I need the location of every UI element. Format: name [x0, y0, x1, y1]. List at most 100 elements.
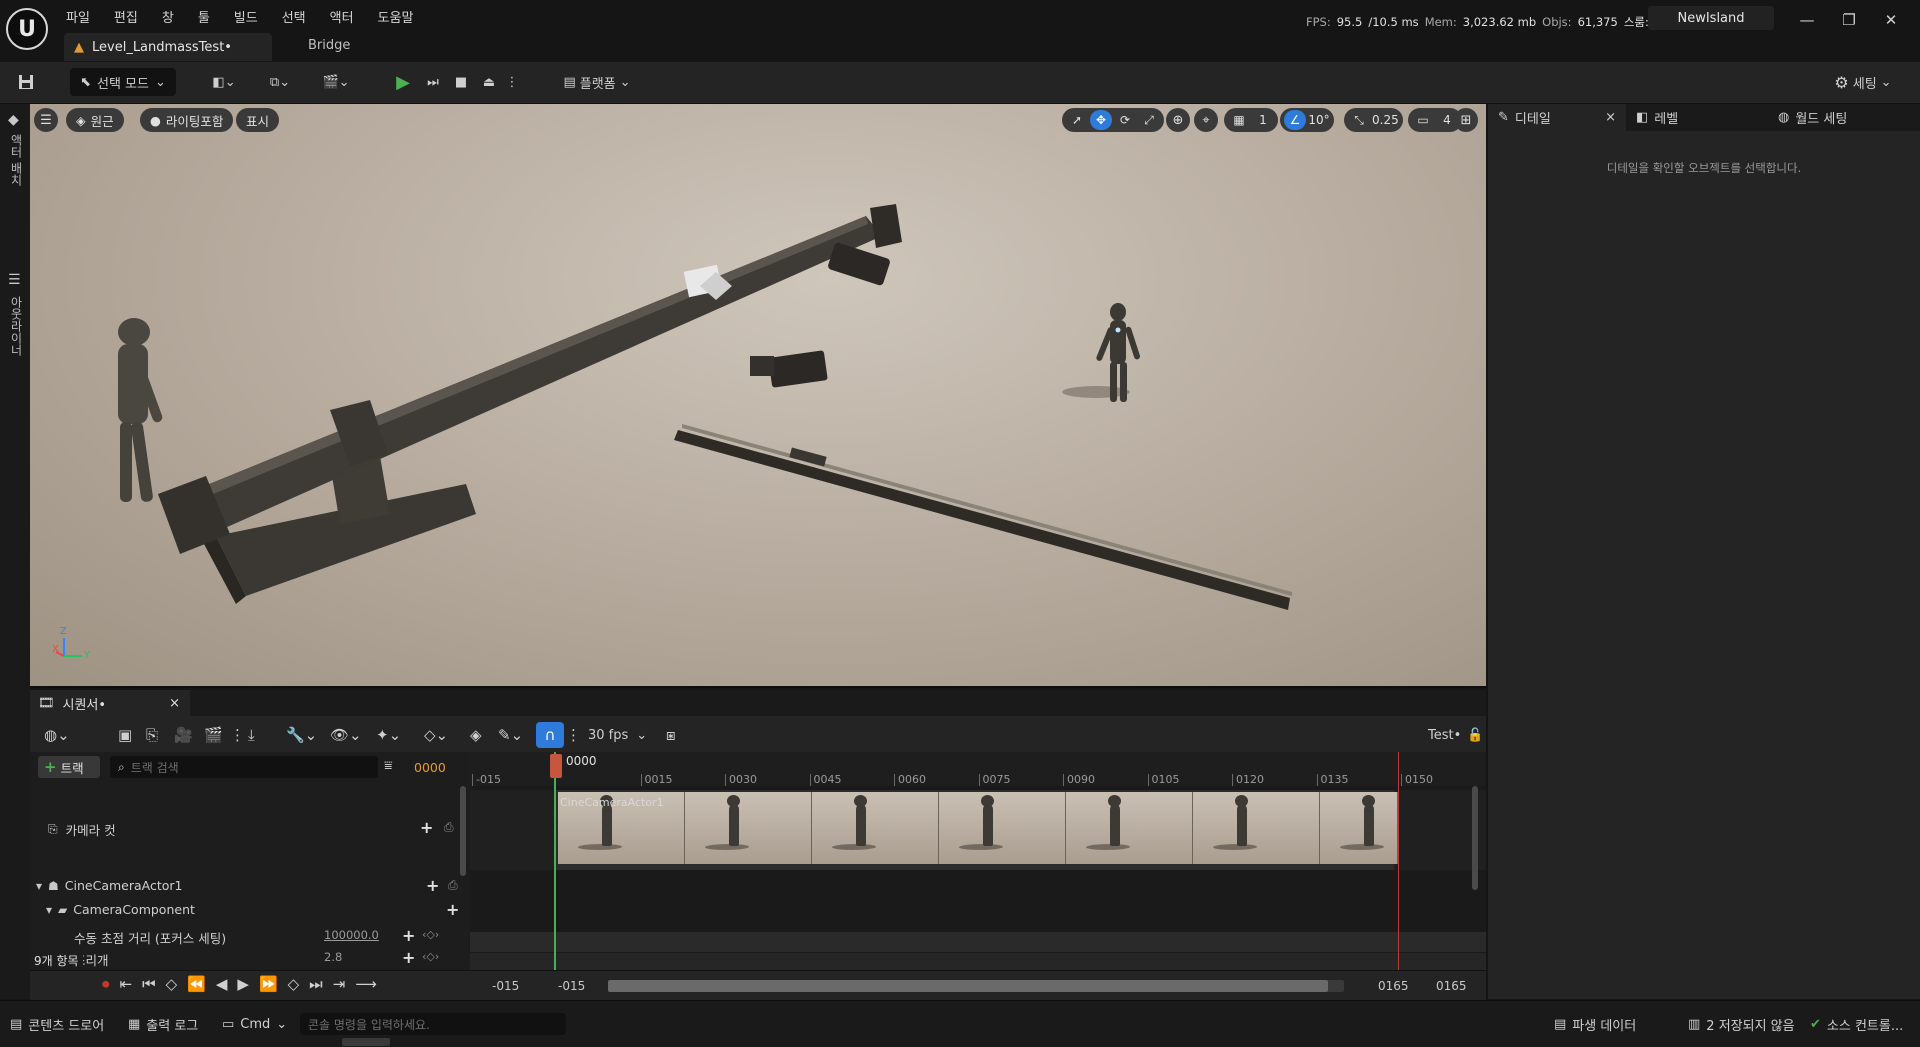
working-range-start[interactable]: -015 [558, 979, 585, 993]
jump-start-button[interactable]: ⇤ [120, 975, 133, 993]
add-content-icon[interactable]: ◧⌄ [204, 68, 244, 96]
prev-frame-button[interactable]: ⏪ [187, 975, 206, 993]
jump-end-button[interactable]: ⏭ [309, 975, 323, 993]
close-icon[interactable]: × [169, 696, 180, 711]
focus-distance-value[interactable]: 100000.0 [324, 928, 379, 942]
eye-icon[interactable]: 👁⌄ [330, 722, 362, 748]
menu-file[interactable]: 파일 [66, 7, 90, 26]
tab-levels[interactable]: ◧ 레벨 [1626, 104, 1764, 131]
add-camera-cut-button[interactable]: + [420, 818, 433, 837]
range-scrollbar-thumb[interactable] [608, 980, 1328, 992]
grid-snap[interactable]: ▦ 1 [1224, 108, 1278, 132]
more-options-icon[interactable]: ⋮ [230, 722, 245, 748]
add-track-button[interactable]: + 트랙 [38, 756, 100, 778]
keyframe-options-icon[interactable]: ✦⌄ [376, 722, 401, 748]
prev-key-button[interactable]: ⏮ [142, 975, 156, 993]
track-search-input[interactable]: ⌕ 트랙 검색 [110, 756, 378, 778]
viewport-options-icon[interactable]: ☰ [34, 108, 58, 132]
camera-component-track[interactable]: ▾ ▰ CameraComponent [46, 902, 195, 917]
scale-icon[interactable]: ⤢ [1138, 110, 1160, 130]
derived-data-button[interactable]: ▤ 파생 데이터 [1554, 1013, 1636, 1035]
output-log-button[interactable]: ▦ 출력 로그 [128, 1013, 198, 1035]
tab-details[interactable]: ✎ 디테일 × [1488, 104, 1626, 131]
fps-dropdown[interactable]: 30 fps ⌄ [588, 722, 647, 748]
working-range-end[interactable]: 0165 [1378, 979, 1409, 993]
console-input[interactable]: 콘솔 명령을 입력하세요. [300, 1013, 566, 1035]
restore-button[interactable]: ❐ [1834, 8, 1864, 32]
world-icon[interactable]: ◍⌄ [44, 722, 70, 748]
find-asset-icon[interactable]: ⎘ [146, 722, 158, 748]
blueprints-icon[interactable]: ⧉⌄ [260, 68, 300, 96]
play-options-icon[interactable]: ⋮ [504, 68, 520, 96]
camera-cuts-track[interactable]: ⎘ 카메라 컷 [48, 820, 116, 839]
timeline-scrollbar[interactable] [1472, 786, 1478, 890]
surface-snap-icon[interactable]: ⌖ [1194, 108, 1218, 132]
viewport-layout-icon[interactable]: ⊞ [1454, 108, 1478, 132]
curve-editor-icon[interactable]: ⧆ [666, 722, 676, 748]
playhead[interactable] [550, 754, 562, 778]
prev-frame-key-button[interactable]: ◇ [166, 975, 178, 993]
menu-actor[interactable]: 액터 [330, 7, 354, 26]
level-viewport[interactable]: Z X Y ☰ ◈ 원근 ● 라이팅포함 표시 ➚ ✥ ⟳ ⤢ ⊕ ⌖ ▦ 1 ∠ 10… [30, 104, 1486, 688]
actions-icon[interactable]: ⤓ [248, 722, 255, 748]
camera-link-icon[interactable]: ⎙ [444, 820, 454, 835]
close-icon[interactable]: × [1605, 110, 1616, 125]
view-range-end[interactable]: 0165 [1436, 979, 1467, 993]
save-icon[interactable] [12, 68, 40, 96]
cmd-dropdown[interactable]: ▭ Cmd ⌄ [222, 1013, 287, 1035]
add-key-focus-button[interactable]: + [402, 926, 415, 945]
key-diamond-icon[interactable]: ◇⌄ [424, 722, 448, 748]
add-component-track-button[interactable]: + [446, 900, 459, 919]
range-scrollbar[interactable] [608, 980, 1344, 992]
unsaved-button[interactable]: ▥ 2 저장되지 않음 [1688, 1013, 1795, 1035]
eject-button[interactable]: ⏏ [476, 68, 502, 96]
snap-options-icon[interactable]: ⋮ [566, 722, 581, 748]
play-reverse-button[interactable]: ◀ [216, 975, 228, 993]
record-button[interactable]: ⏺ [102, 975, 110, 993]
outliner-scrollbar[interactable] [460, 786, 466, 876]
play-button[interactable]: ▶ [390, 68, 416, 96]
settings-dropdown[interactable]: ⚙ 세팅 ⌄ [1826, 68, 1900, 96]
menu-edit[interactable]: 편집 [114, 7, 138, 26]
playback-options-button[interactable]: ⟶ [355, 975, 377, 993]
unreal-logo[interactable]: U [6, 8, 48, 50]
tab-world-settings[interactable]: ◍ 월드 세팅 [1764, 104, 1914, 131]
show-dropdown[interactable]: 표시 [236, 108, 280, 132]
minimize-button[interactable]: — [1792, 8, 1822, 32]
aperture-value[interactable]: 2.8 [324, 950, 342, 964]
add-track-to-actor-button[interactable]: + [426, 876, 439, 895]
save-sequence-icon[interactable]: ▣ [118, 722, 132, 748]
rotate-icon[interactable]: ⟳ [1114, 110, 1136, 130]
menu-window[interactable]: 창 [162, 7, 174, 26]
loop-button[interactable]: ⇥ [333, 975, 346, 993]
view-mode-dropdown[interactable]: ● 라이팅포함 [140, 108, 234, 132]
stop-button[interactable]: ■ [448, 68, 474, 96]
source-control-button[interactable]: ✔ 소스 컨트롤... [1810, 1013, 1903, 1035]
coordinate-space-icon[interactable]: ⊕ [1166, 108, 1190, 132]
next-key-button[interactable]: ◇ [288, 975, 300, 993]
menu-help[interactable]: 도움말 [378, 7, 414, 26]
key-nav-icon[interactable]: ‹◇› [422, 950, 439, 963]
cine-camera-track[interactable]: ▾ ☗ CineCameraActor1 [36, 878, 183, 893]
sequencer-tab[interactable]: 🎞 시퀀서• × [30, 690, 190, 716]
edit-mode-icon[interactable]: ✎⌄ [498, 722, 523, 748]
move-icon[interactable]: ✥ [1090, 110, 1112, 130]
cinematics-icon[interactable]: 🎬⌄ [316, 68, 356, 96]
status-scroll-grip[interactable] [342, 1038, 390, 1046]
bridge-tab[interactable]: Bridge [308, 38, 350, 53]
render-movie-icon[interactable]: 🎥 [174, 722, 193, 748]
select-mode-dropdown[interactable]: ⬉ 선택 모드 ⌄ [70, 68, 176, 96]
step-button[interactable]: ⏭ [420, 68, 446, 96]
menu-build[interactable]: 빌드 [234, 7, 258, 26]
key-nav-icon[interactable]: ‹◇› [422, 928, 439, 941]
sequence-name[interactable]: Test• 🔓 [1428, 722, 1483, 748]
sequencer-timeline[interactable]: -015 0015 0030 0045 0060 0075 0090 0105 0120 0135… [470, 752, 1486, 970]
outliner-tab[interactable]: 아웃라이너 [8, 296, 25, 356]
menu-tools[interactable]: 툴 [198, 7, 210, 26]
clapper-icon[interactable]: 🎬 [204, 722, 223, 748]
wrench-icon[interactable]: 🔧⌄ [286, 722, 317, 748]
place-actors-tab[interactable]: 액터 배치 [8, 134, 25, 186]
focus-distance-track[interactable]: 수동 초점 거리 (포커스 세팅) [74, 928, 226, 947]
close-button[interactable]: ✕ [1876, 8, 1906, 32]
perspective-dropdown[interactable]: ◈ 원근 [66, 108, 124, 132]
